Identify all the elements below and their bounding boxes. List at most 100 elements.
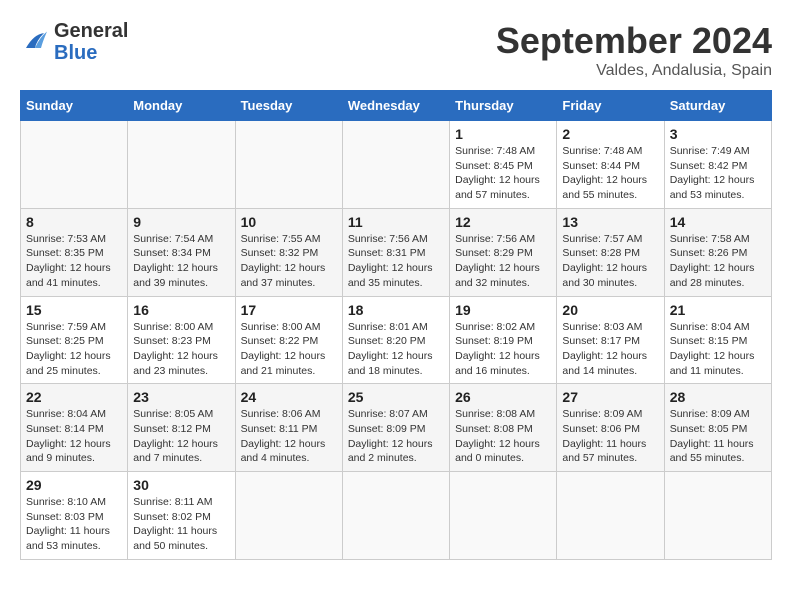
empty-cell xyxy=(235,121,342,209)
calendar-day-cell: 19 Sunrise: 8:02 AMSunset: 8:19 PMDaylig… xyxy=(450,296,557,384)
day-number: 15 xyxy=(26,302,122,318)
calendar-week-row: 1 Sunrise: 7:48 AMSunset: 8:45 PMDayligh… xyxy=(21,121,772,209)
day-number: 30 xyxy=(133,477,229,493)
header: General Blue September 2024 Valdes, Anda… xyxy=(20,20,772,80)
empty-cell xyxy=(342,121,449,209)
calendar-day-cell: 10 Sunrise: 7:55 AMSunset: 8:32 PMDaylig… xyxy=(235,208,342,296)
day-info: Sunrise: 8:10 AMSunset: 8:03 PMDaylight:… xyxy=(26,496,110,552)
day-number: 22 xyxy=(26,389,122,405)
day-info: Sunrise: 8:00 AMSunset: 8:23 PMDaylight:… xyxy=(133,321,218,377)
calendar-day-cell: 9 Sunrise: 7:54 AMSunset: 8:34 PMDayligh… xyxy=(128,208,235,296)
calendar-day-cell: 23 Sunrise: 8:05 AMSunset: 8:12 PMDaylig… xyxy=(128,384,235,472)
calendar-day-cell: 20 Sunrise: 8:03 AMSunset: 8:17 PMDaylig… xyxy=(557,296,664,384)
day-number: 14 xyxy=(670,214,766,230)
calendar-day-cell: 13 Sunrise: 7:57 AMSunset: 8:28 PMDaylig… xyxy=(557,208,664,296)
empty-cell xyxy=(235,472,342,560)
calendar-day-cell: 15 Sunrise: 7:59 AMSunset: 8:25 PMDaylig… xyxy=(21,296,128,384)
calendar-day-cell: 16 Sunrise: 8:00 AMSunset: 8:23 PMDaylig… xyxy=(128,296,235,384)
day-info: Sunrise: 8:09 AMSunset: 8:06 PMDaylight:… xyxy=(562,408,646,464)
day-number: 11 xyxy=(348,214,444,230)
empty-cell xyxy=(128,121,235,209)
calendar-day-cell: 17 Sunrise: 8:00 AMSunset: 8:22 PMDaylig… xyxy=(235,296,342,384)
calendar-week-row: 8 Sunrise: 7:53 AMSunset: 8:35 PMDayligh… xyxy=(21,208,772,296)
day-info: Sunrise: 7:48 AMSunset: 8:44 PMDaylight:… xyxy=(562,145,647,201)
day-info: Sunrise: 8:09 AMSunset: 8:05 PMDaylight:… xyxy=(670,408,754,464)
column-header-friday: Friday xyxy=(557,91,664,121)
calendar-day-cell: 12 Sunrise: 7:56 AMSunset: 8:29 PMDaylig… xyxy=(450,208,557,296)
calendar-day-cell: 21 Sunrise: 8:04 AMSunset: 8:15 PMDaylig… xyxy=(664,296,771,384)
calendar-day-cell: 30 Sunrise: 8:11 AMSunset: 8:02 PMDaylig… xyxy=(128,472,235,560)
calendar-day-cell: 26 Sunrise: 8:08 AMSunset: 8:08 PMDaylig… xyxy=(450,384,557,472)
column-header-thursday: Thursday xyxy=(450,91,557,121)
day-info: Sunrise: 8:02 AMSunset: 8:19 PMDaylight:… xyxy=(455,321,540,377)
calendar-day-cell: 2 Sunrise: 7:48 AMSunset: 8:44 PMDayligh… xyxy=(557,121,664,209)
day-info: Sunrise: 7:56 AMSunset: 8:29 PMDaylight:… xyxy=(455,233,540,289)
column-header-monday: Monday xyxy=(128,91,235,121)
calendar-day-cell: 3 Sunrise: 7:49 AMSunset: 8:42 PMDayligh… xyxy=(664,121,771,209)
day-info: Sunrise: 8:06 AMSunset: 8:11 PMDaylight:… xyxy=(241,408,326,464)
day-number: 27 xyxy=(562,389,658,405)
day-number: 8 xyxy=(26,214,122,230)
day-number: 23 xyxy=(133,389,229,405)
column-header-saturday: Saturday xyxy=(664,91,771,121)
logo-text: General Blue xyxy=(54,20,128,64)
column-header-sunday: Sunday xyxy=(21,91,128,121)
empty-cell xyxy=(557,472,664,560)
column-header-tuesday: Tuesday xyxy=(235,91,342,121)
day-number: 13 xyxy=(562,214,658,230)
logo-icon xyxy=(20,27,50,57)
day-info: Sunrise: 7:53 AMSunset: 8:35 PMDaylight:… xyxy=(26,233,111,289)
calendar-day-cell: 28 Sunrise: 8:09 AMSunset: 8:05 PMDaylig… xyxy=(664,384,771,472)
day-number: 20 xyxy=(562,302,658,318)
calendar-week-row: 29 Sunrise: 8:10 AMSunset: 8:03 PMDaylig… xyxy=(21,472,772,560)
day-info: Sunrise: 7:57 AMSunset: 8:28 PMDaylight:… xyxy=(562,233,647,289)
calendar-week-row: 22 Sunrise: 8:04 AMSunset: 8:14 PMDaylig… xyxy=(21,384,772,472)
day-number: 29 xyxy=(26,477,122,493)
day-info: Sunrise: 8:11 AMSunset: 8:02 PMDaylight:… xyxy=(133,496,217,552)
calendar-day-cell: 27 Sunrise: 8:09 AMSunset: 8:06 PMDaylig… xyxy=(557,384,664,472)
empty-cell xyxy=(342,472,449,560)
day-info: Sunrise: 8:04 AMSunset: 8:15 PMDaylight:… xyxy=(670,321,755,377)
day-number: 28 xyxy=(670,389,766,405)
day-number: 19 xyxy=(455,302,551,318)
calendar-header-row: SundayMondayTuesdayWednesdayThursdayFrid… xyxy=(21,91,772,121)
title-area: September 2024 Valdes, Andalusia, Spain xyxy=(496,20,772,80)
day-number: 9 xyxy=(133,214,229,230)
day-info: Sunrise: 8:03 AMSunset: 8:17 PMDaylight:… xyxy=(562,321,647,377)
day-number: 24 xyxy=(241,389,337,405)
day-info: Sunrise: 7:49 AMSunset: 8:42 PMDaylight:… xyxy=(670,145,755,201)
day-number: 26 xyxy=(455,389,551,405)
empty-cell xyxy=(21,121,128,209)
calendar-day-cell: 29 Sunrise: 8:10 AMSunset: 8:03 PMDaylig… xyxy=(21,472,128,560)
day-info: Sunrise: 8:08 AMSunset: 8:08 PMDaylight:… xyxy=(455,408,540,464)
month-title: September 2024 xyxy=(496,20,772,62)
calendar-day-cell: 18 Sunrise: 8:01 AMSunset: 8:20 PMDaylig… xyxy=(342,296,449,384)
day-info: Sunrise: 7:58 AMSunset: 8:26 PMDaylight:… xyxy=(670,233,755,289)
day-info: Sunrise: 8:04 AMSunset: 8:14 PMDaylight:… xyxy=(26,408,111,464)
day-info: Sunrise: 7:54 AMSunset: 8:34 PMDaylight:… xyxy=(133,233,218,289)
calendar-day-cell: 24 Sunrise: 8:06 AMSunset: 8:11 PMDaylig… xyxy=(235,384,342,472)
calendar-day-cell: 11 Sunrise: 7:56 AMSunset: 8:31 PMDaylig… xyxy=(342,208,449,296)
day-number: 21 xyxy=(670,302,766,318)
day-number: 25 xyxy=(348,389,444,405)
day-number: 18 xyxy=(348,302,444,318)
calendar-day-cell: 22 Sunrise: 8:04 AMSunset: 8:14 PMDaylig… xyxy=(21,384,128,472)
day-info: Sunrise: 7:48 AMSunset: 8:45 PMDaylight:… xyxy=(455,145,540,201)
day-number: 3 xyxy=(670,126,766,142)
calendar-day-cell: 8 Sunrise: 7:53 AMSunset: 8:35 PMDayligh… xyxy=(21,208,128,296)
location-subtitle: Valdes, Andalusia, Spain xyxy=(496,62,772,80)
calendar-table: SundayMondayTuesdayWednesdayThursdayFrid… xyxy=(20,90,772,560)
calendar-day-cell: 1 Sunrise: 7:48 AMSunset: 8:45 PMDayligh… xyxy=(450,121,557,209)
empty-cell xyxy=(450,472,557,560)
day-info: Sunrise: 7:55 AMSunset: 8:32 PMDaylight:… xyxy=(241,233,326,289)
logo: General Blue xyxy=(20,20,128,64)
day-number: 10 xyxy=(241,214,337,230)
day-info: Sunrise: 8:05 AMSunset: 8:12 PMDaylight:… xyxy=(133,408,218,464)
day-info: Sunrise: 8:01 AMSunset: 8:20 PMDaylight:… xyxy=(348,321,433,377)
day-info: Sunrise: 7:59 AMSunset: 8:25 PMDaylight:… xyxy=(26,321,111,377)
day-number: 2 xyxy=(562,126,658,142)
day-number: 17 xyxy=(241,302,337,318)
day-number: 1 xyxy=(455,126,551,142)
empty-cell xyxy=(664,472,771,560)
day-info: Sunrise: 8:07 AMSunset: 8:09 PMDaylight:… xyxy=(348,408,433,464)
